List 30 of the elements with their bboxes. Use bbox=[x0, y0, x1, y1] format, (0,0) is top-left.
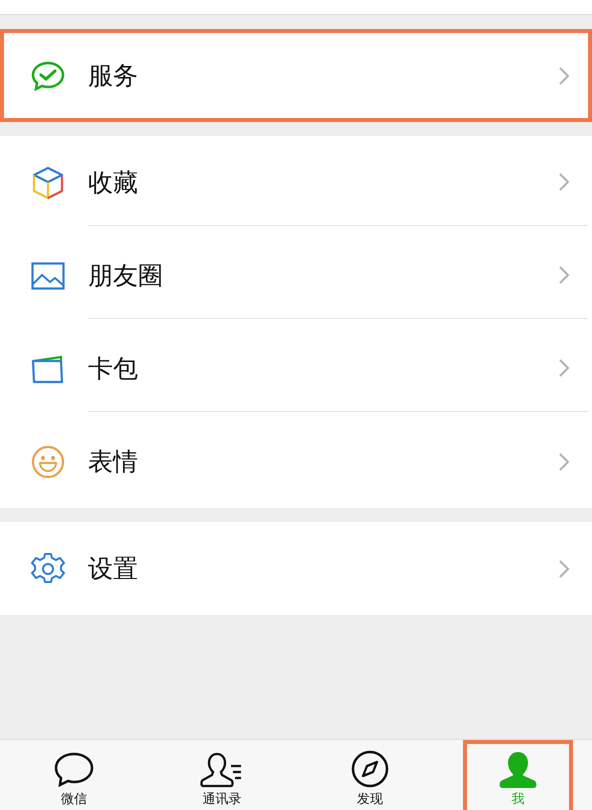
menu-label: 收藏 bbox=[88, 166, 138, 198]
menu-label: 服务 bbox=[88, 60, 138, 92]
smiley-icon bbox=[31, 444, 65, 478]
cube-icon bbox=[32, 166, 64, 200]
landscape-icon bbox=[31, 262, 65, 290]
speech-bubble-icon bbox=[53, 752, 95, 788]
chevron-right-icon bbox=[558, 172, 570, 192]
compass-icon bbox=[351, 750, 389, 788]
menu-row[interactable]: 收藏 bbox=[0, 136, 592, 229]
chevron-right-icon bbox=[558, 452, 570, 472]
menu-label: 朋友圈 bbox=[88, 260, 163, 292]
chevron-right-icon bbox=[558, 265, 570, 285]
menu-row[interactable]: 设置 bbox=[0, 522, 592, 615]
menu-row[interactable]: 表情 bbox=[0, 415, 592, 508]
chat-check-icon bbox=[31, 60, 65, 90]
chevron-right-icon bbox=[558, 358, 570, 378]
tab[interactable]: 通讯录 bbox=[167, 740, 277, 810]
menu-row[interactable]: 服务 bbox=[0, 29, 592, 122]
menu-row[interactable]: 朋友圈 bbox=[0, 229, 592, 322]
menu-label: 卡包 bbox=[88, 352, 138, 384]
settings-icon bbox=[31, 552, 65, 586]
tab[interactable]: 微信 bbox=[19, 740, 129, 810]
wallet-icon bbox=[31, 354, 65, 384]
chevron-right-icon bbox=[558, 66, 570, 86]
menu-label: 表情 bbox=[88, 446, 138, 478]
person-icon bbox=[498, 752, 538, 788]
chevron-right-icon bbox=[558, 558, 570, 578]
menu-row[interactable]: 卡包 bbox=[0, 322, 592, 415]
tab[interactable]: 发现 bbox=[315, 740, 425, 810]
menu-label: 设置 bbox=[88, 553, 138, 585]
